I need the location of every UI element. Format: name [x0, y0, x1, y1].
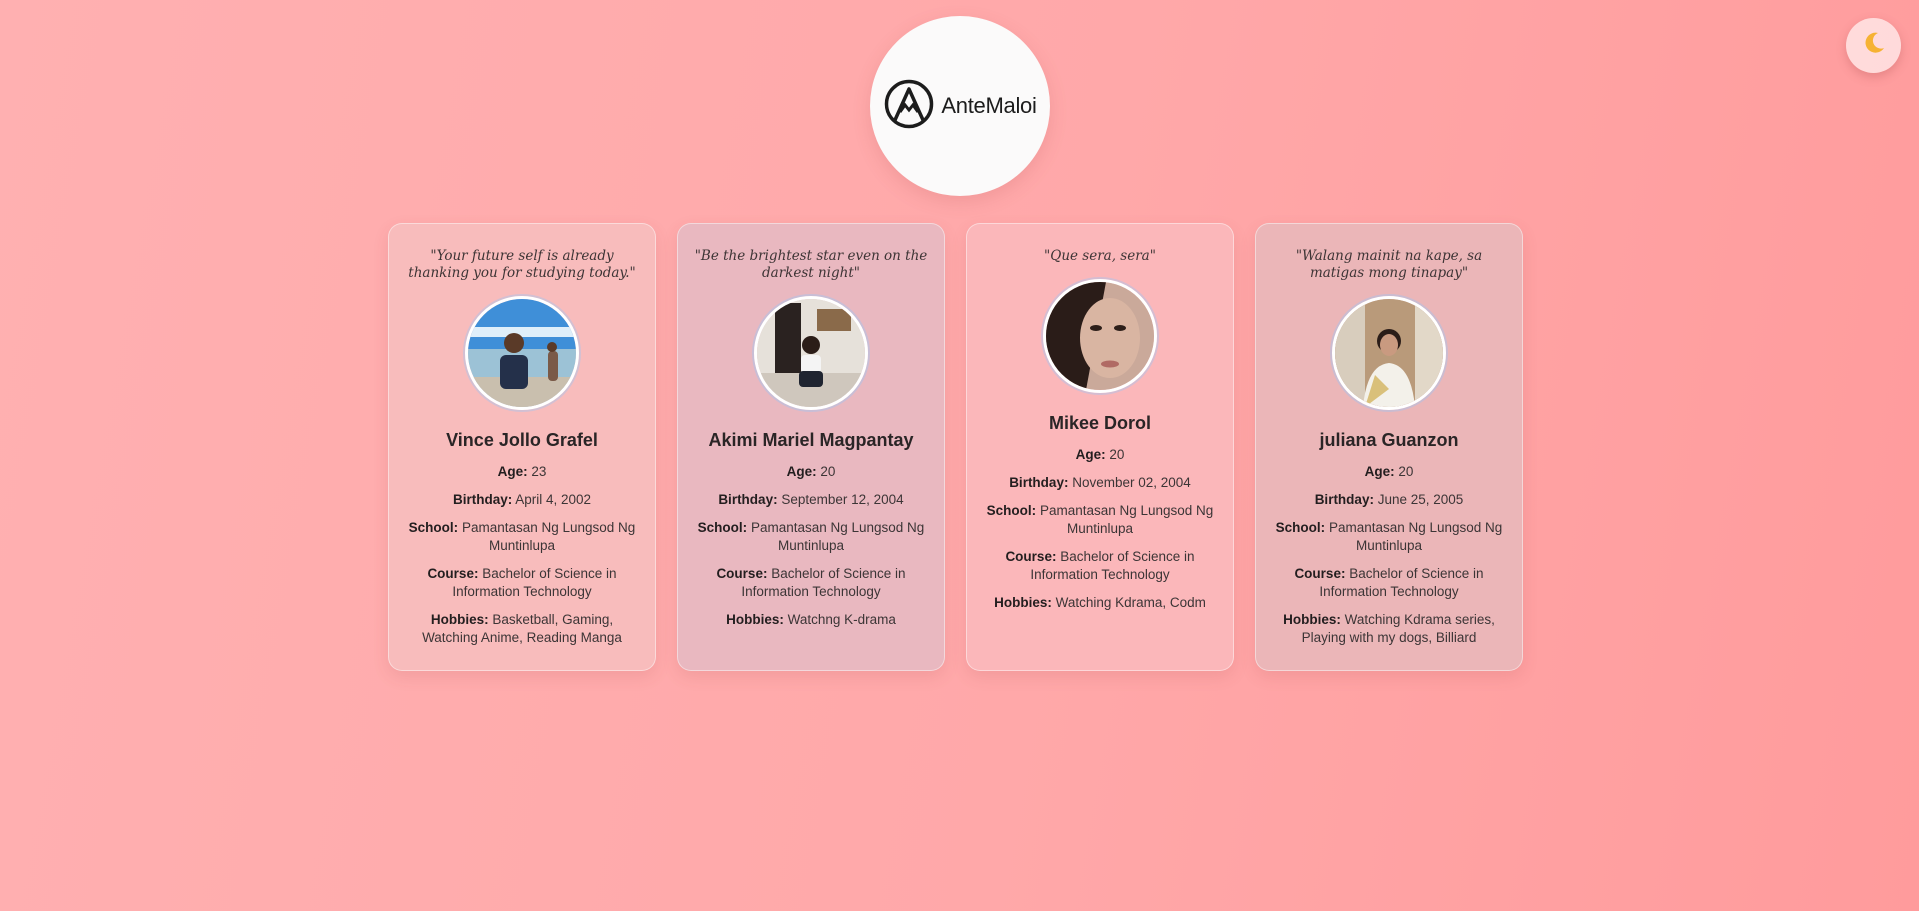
brand-logo: AnteMaloi: [870, 16, 1050, 196]
profile-school: School: Pamantasan Ng Lungsod Ng Muntinl…: [1273, 519, 1505, 555]
age-value: 23: [531, 464, 547, 479]
profile-quote: "Walang mainit na kape, sa matigas mong …: [1295, 248, 1483, 281]
profile-card: "Your future self is already thanking yo…: [388, 223, 656, 671]
profile-hobbies: Hobbies: Watching Kdrama, Codm: [994, 594, 1206, 612]
school-value: Pamantasan Ng Lungsod Ng Muntinlupa: [1328, 520, 1503, 553]
profile-name: Vince Jollo Grafel: [446, 430, 598, 450]
school-label: School:: [408, 520, 459, 535]
profile-quote: "Be the brightest star even on the darke…: [694, 248, 928, 281]
age-label: Age:: [1364, 464, 1395, 479]
hobbies-value: Watchng K-drama: [787, 612, 896, 627]
profile-name: Mikee Dorol: [1048, 413, 1152, 433]
school-label: School:: [986, 503, 1037, 518]
age-value: 20: [820, 464, 836, 479]
birthday-value: June 25, 2005: [1377, 492, 1464, 507]
profile-photo: [1332, 296, 1446, 410]
a-monogram-circle-icon: [883, 78, 935, 135]
birthday-value: April 4, 2002: [515, 492, 592, 507]
profile-card: "Walang mainit na kape, sa matigas mong …: [1255, 223, 1523, 671]
course-label: Course:: [716, 566, 768, 581]
profile-birthday: Birthday: April 4, 2002: [453, 491, 591, 509]
profile-age: Age: 20: [1076, 446, 1125, 464]
profile-school: School: Pamantasan Ng Lungsod Ng Muntinl…: [406, 519, 638, 555]
profile-hobbies: Hobbies: Basketball, Gaming, Watching An…: [406, 611, 638, 647]
birthday-value: November 02, 2004: [1072, 475, 1191, 490]
birthday-label: Birthday:: [1009, 475, 1069, 490]
logo-text: AnteMaloi: [941, 93, 1037, 118]
age-label: Age:: [497, 464, 528, 479]
school-value: Pamantasan Ng Lungsod Ng Muntinlupa: [750, 520, 925, 553]
profile-photo: [754, 296, 868, 410]
profile-birthday: Birthday: June 25, 2005: [1315, 491, 1464, 509]
age-value: 20: [1398, 464, 1414, 479]
school-label: School:: [697, 520, 748, 535]
birthday-label: Birthday:: [1314, 492, 1374, 507]
theme-toggle-button[interactable]: [1846, 18, 1901, 73]
profile-card: "Be the brightest star even on the darke…: [677, 223, 945, 671]
course-label: Course:: [1294, 566, 1346, 581]
birthday-label: Birthday:: [718, 492, 778, 507]
hobbies-label: Hobbies:: [1283, 612, 1341, 627]
profile-name: Akimi Mariel Magpantay: [708, 430, 914, 450]
school-value: Pamantasan Ng Lungsod Ng Muntinlupa: [1039, 503, 1214, 536]
profile-photo: [1043, 279, 1157, 393]
profile-cards: "Your future self is already thanking yo…: [388, 223, 1523, 671]
profile-school: School: Pamantasan Ng Lungsod Ng Muntinl…: [695, 519, 927, 555]
course-label: Course:: [1005, 549, 1057, 564]
school-label: School:: [1275, 520, 1326, 535]
hobbies-value: Watching Kdrama, Codm: [1055, 595, 1206, 610]
profile-age: Age: 20: [787, 463, 836, 481]
profile-course: Course: Bachelor of Science in Informati…: [984, 548, 1216, 584]
profile-birthday: Birthday: November 02, 2004: [1009, 474, 1191, 492]
hobbies-label: Hobbies:: [430, 612, 489, 627]
profile-card: "Que sera, sera" Mikee Dorol Age: 20 Bir…: [966, 223, 1234, 671]
profile-birthday: Birthday: September 12, 2004: [718, 491, 903, 509]
crescent-moon-icon: [1861, 30, 1887, 61]
profile-photo: [465, 296, 579, 410]
profile-hobbies: Hobbies: Watching Kdrama series, Playing…: [1273, 611, 1505, 647]
profile-hobbies: Hobbies: Watchng K-drama: [726, 611, 896, 629]
profile-quote: "Your future self is already thanking yo…: [408, 248, 636, 281]
profile-course: Course: Bachelor of Science in Informati…: [406, 565, 638, 601]
age-label: Age:: [1075, 447, 1106, 462]
birthday-value: September 12, 2004: [781, 492, 904, 507]
course-label: Course:: [427, 566, 479, 581]
profile-course: Course: Bachelor of Science in Informati…: [1273, 565, 1505, 601]
hobbies-label: Hobbies:: [994, 595, 1052, 610]
age-label: Age:: [786, 464, 817, 479]
profile-age: Age: 23: [498, 463, 547, 481]
school-value: Pamantasan Ng Lungsod Ng Muntinlupa: [461, 520, 636, 553]
age-value: 20: [1109, 447, 1125, 462]
profile-quote: "Que sera, sera": [1044, 248, 1156, 264]
profile-age: Age: 20: [1365, 463, 1414, 481]
profile-name: juliana Guanzon: [1319, 430, 1459, 450]
hobbies-label: Hobbies:: [726, 612, 784, 627]
birthday-label: Birthday:: [452, 492, 513, 507]
profile-course: Course: Bachelor of Science in Informati…: [695, 565, 927, 601]
profile-school: School: Pamantasan Ng Lungsod Ng Muntinl…: [984, 502, 1216, 538]
